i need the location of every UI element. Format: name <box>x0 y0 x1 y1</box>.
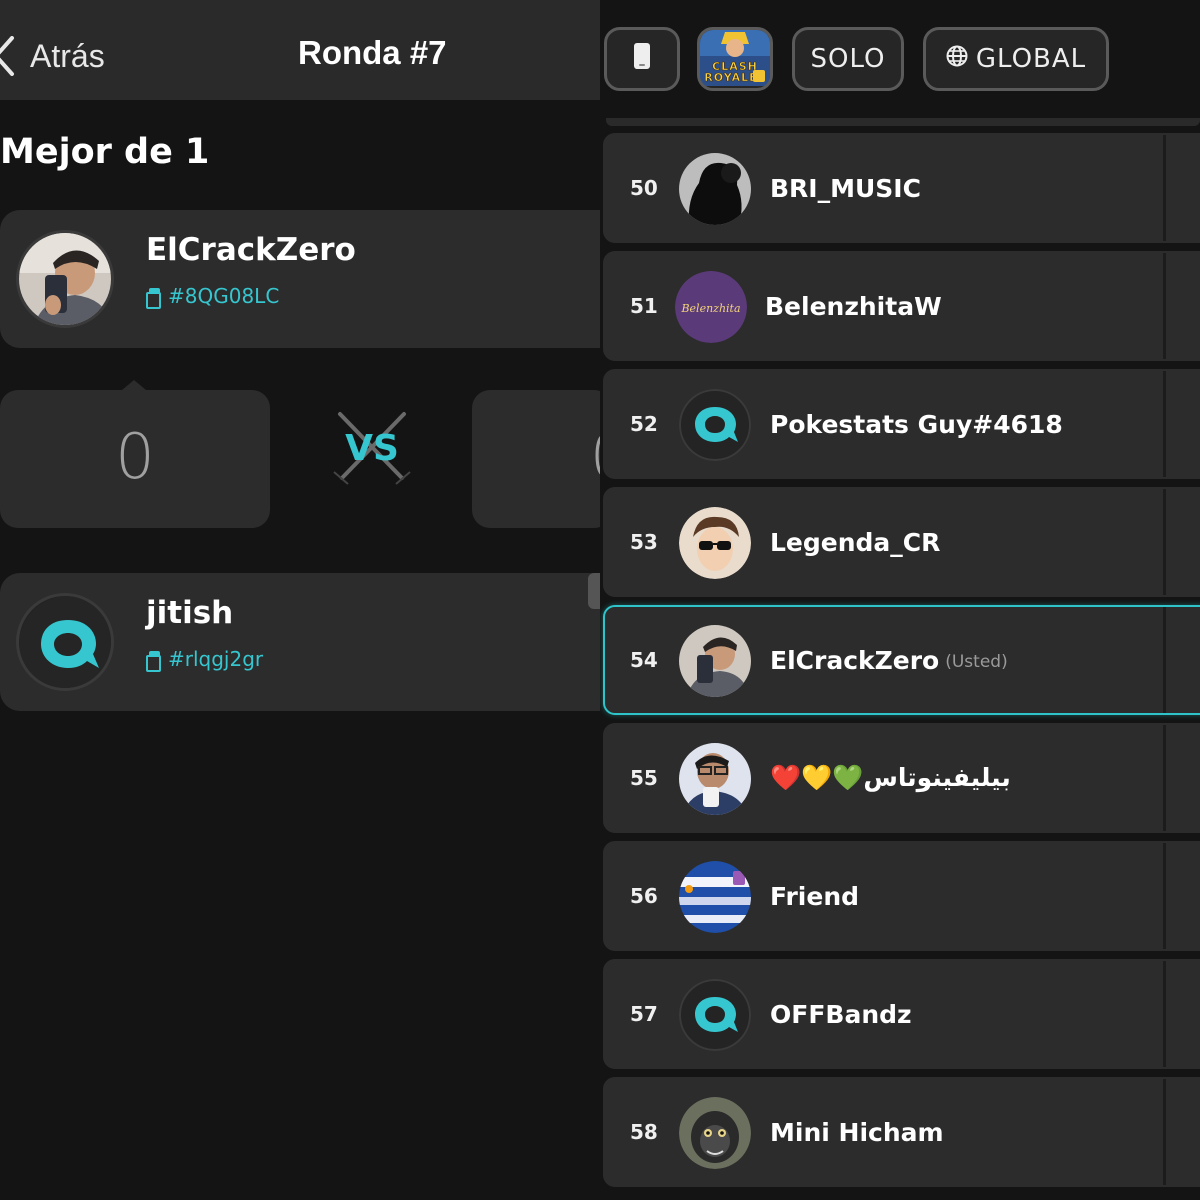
player-tag-text: #8QG08LC <box>168 284 280 308</box>
score-box-player-1: 0 <box>0 380 270 528</box>
scrollbar[interactable] <box>588 573 600 609</box>
leaderboard-row[interactable]: 51 Belenzhita BelenzhitaW <box>603 251 1200 361</box>
score-value: 0 <box>590 420 600 493</box>
row-divider <box>1163 1079 1166 1185</box>
mode-filter-button[interactable]: SOLO <box>792 27 904 91</box>
filter-bar: CLASH ROYALE SOLO GLOBAL <box>600 0 1200 118</box>
copy-icon <box>146 650 161 672</box>
rank-number: 58 <box>630 1120 658 1144</box>
svg-text:Belenzhita: Belenzhita <box>680 302 740 315</box>
pointer-arrow <box>122 380 146 390</box>
rank-number: 51 <box>630 294 658 318</box>
region-filter-button[interactable]: GLOBAL <box>923 27 1109 91</box>
avatar <box>679 507 751 579</box>
leaderboard-row[interactable]: 53 Legenda_CR <box>603 487 1200 597</box>
player-name: ElCrackZero (Usted) <box>770 607 1008 713</box>
avatar <box>679 153 751 225</box>
player-name: Legenda_CR <box>770 527 941 557</box>
q-logo-icon <box>679 979 751 1051</box>
score-box-player-2: 0 <box>472 390 600 528</box>
player-tag[interactable]: #8QG08LC <box>146 284 280 309</box>
avatar <box>679 1097 751 1169</box>
row-divider <box>1163 253 1166 359</box>
region-label: GLOBAL <box>975 44 1087 74</box>
row-divider <box>1163 489 1166 595</box>
rank-number: 55 <box>630 766 658 790</box>
player-name: ElCrackZero <box>146 232 356 268</box>
avatar <box>679 861 751 933</box>
globe-icon <box>946 44 968 74</box>
player-tag-text: #rlqgj2gr <box>168 647 264 671</box>
leaderboard-row[interactable]: 57 OFFBandz <box>603 959 1200 1069</box>
score-value: 0 <box>115 420 155 493</box>
player-name: BelenzhitaW <box>765 291 942 321</box>
row-divider <box>1163 725 1166 831</box>
rank-number: 57 <box>630 1002 658 1026</box>
avatar <box>679 625 751 697</box>
current-user-label: (Usted) <box>945 652 1008 672</box>
player-name: jitish <box>146 595 234 631</box>
row-divider <box>1163 135 1166 241</box>
row-divider <box>1163 607 1166 713</box>
player-card-1[interactable]: ElCrackZero #8QG08LC <box>0 210 600 348</box>
platform-filter-button[interactable] <box>604 27 680 91</box>
q-logo-icon <box>679 389 751 461</box>
rank-number: 56 <box>630 884 658 908</box>
page-title: Ronda #7 <box>298 34 447 71</box>
phone-icon <box>633 42 651 77</box>
row-divider <box>1163 843 1166 949</box>
chevron-left-icon <box>0 36 16 76</box>
leaderboard-panel: CLASH ROYALE SOLO GLOBAL 50 BRI_MUSIC 51… <box>600 0 1200 1200</box>
avatar <box>16 593 114 691</box>
rank-number: 53 <box>630 530 658 554</box>
back-button[interactable]: Atrás <box>0 28 105 84</box>
player-name-text: ElCrackZero <box>770 645 940 675</box>
player-name: Mini Hicham <box>770 1117 944 1147</box>
leaderboard-row[interactable]: 50 BRI_MUSIC <box>603 133 1200 243</box>
copy-icon <box>146 287 161 309</box>
row-divider <box>1163 371 1166 477</box>
avatar <box>16 230 114 328</box>
player-name: BRI_MUSIC <box>770 173 921 203</box>
clash-royale-logo-icon: CLASH ROYALE <box>700 30 770 88</box>
rank-number: 52 <box>630 412 658 436</box>
player-name: OFFBandz <box>770 999 912 1029</box>
rank-number: 54 <box>630 648 658 672</box>
player-name: Friend <box>770 881 860 911</box>
match-format: Mejor de 1 <box>0 132 210 172</box>
game-filter-button[interactable]: CLASH ROYALE <box>697 27 773 91</box>
match-panel: Atrás Ronda #7 Mejor de 1 ElCrackZero #8… <box>0 0 600 1200</box>
leaderboard-row[interactable]: 55 ❤️💛💚بيليفينوتاس <box>603 723 1200 833</box>
svg-text:ROYALE: ROYALE <box>704 71 757 84</box>
player-card-2[interactable]: jitish #rlqgj2gr <box>0 573 600 711</box>
rank-number: 50 <box>630 176 658 200</box>
top-bar: Atrás Ronda #7 <box>0 0 600 100</box>
leaderboard-row[interactable]: 56 Friend <box>603 841 1200 951</box>
leaderboard-row[interactable]: 52 Pokestats Guy#4618 <box>603 369 1200 479</box>
avatar <box>679 743 751 815</box>
vs-label: VS <box>345 428 399 469</box>
leaderboard-row[interactable]: 58 Mini Hicham <box>603 1077 1200 1187</box>
leaderboard-row-current-user[interactable]: 54 ElCrackZero (Usted) <box>603 605 1200 715</box>
list-top-edge <box>606 118 1200 126</box>
player-tag[interactable]: #rlqgj2gr <box>146 647 264 672</box>
player-name: Pokestats Guy#4618 <box>770 409 1063 439</box>
avatar: Belenzhita <box>675 271 747 343</box>
row-divider <box>1163 961 1166 1067</box>
vs-icon: VS <box>332 408 412 488</box>
player-name: ❤️💛💚بيليفينوتاس <box>770 763 1011 792</box>
back-label: Atrás <box>30 37 105 74</box>
